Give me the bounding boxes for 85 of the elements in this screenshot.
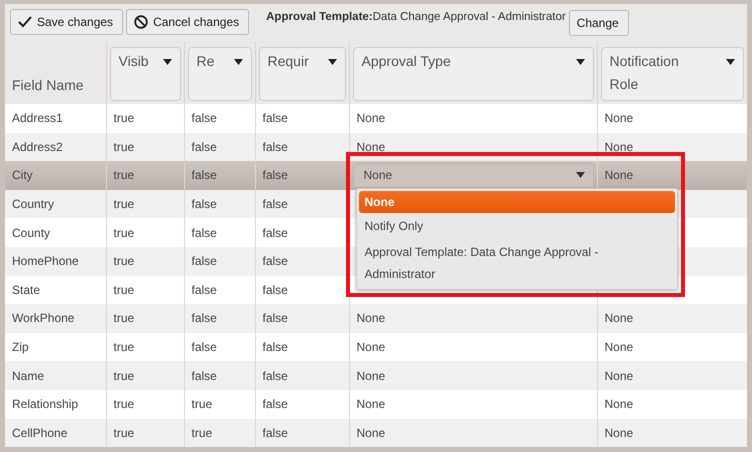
table-cell: None (356, 368, 386, 383)
table-cell: false (192, 226, 217, 240)
table-cell: None (604, 426, 634, 440)
dropdown-arrow-icon (576, 59, 584, 65)
table-cell: false (262, 340, 288, 354)
table-cell: None (604, 111, 634, 126)
table-cell: false (262, 254, 288, 268)
table-cell: false (262, 397, 288, 412)
table-row[interactable]: CellPhone true true false None None (5, 418, 747, 447)
table-cell: Address2 (12, 140, 63, 154)
table-cell: true (114, 226, 134, 240)
table-cell: true (192, 426, 212, 440)
table-cell: false (192, 368, 217, 383)
table-cell: Name (12, 368, 44, 383)
table-row[interactable]: Relationship true true false None None (5, 390, 747, 419)
cancel-button[interactable]: Cancel changes (126, 9, 250, 35)
change-button[interactable]: Change (568, 10, 629, 36)
table-cell: false (192, 254, 217, 268)
table-cell: false (262, 368, 288, 383)
table-cell: false (262, 168, 288, 182)
column-header[interactable]: Requir (258, 47, 346, 101)
table-cell: true (114, 197, 134, 212)
table-cell: Relationship (12, 397, 78, 412)
table-cell: true (114, 140, 134, 154)
save-button[interactable]: Save changes (10, 9, 124, 35)
dropdown-arrow-icon (328, 59, 336, 65)
table-cell: None (604, 340, 634, 354)
table-cell: None (356, 140, 386, 154)
table-cell: false (262, 111, 288, 126)
table-cell: None (356, 397, 386, 412)
column-header[interactable]: Re (188, 47, 252, 101)
table-row[interactable]: Name true false false None None (5, 361, 747, 390)
cancel-icon (134, 15, 148, 29)
table-cell: None (604, 140, 634, 154)
table-cell: Country (12, 197, 54, 212)
table-row[interactable]: Zip true false false None None (5, 332, 747, 362)
table-cell: None (356, 111, 386, 126)
checkmark-icon (18, 16, 32, 28)
table-cell: true (114, 111, 134, 126)
table-cell: false (192, 197, 217, 212)
table-cell: None (604, 168, 634, 182)
table-cell: County (12, 226, 50, 240)
column-header: Field Name (11, 76, 85, 95)
table-cell: true (114, 168, 134, 182)
table-cell: None (356, 340, 386, 354)
table-cell: true (192, 397, 212, 412)
table-cell: WorkPhone (12, 311, 74, 326)
table-cell: false (192, 111, 217, 126)
table-cell: false (192, 168, 217, 182)
table-cell: HomePhone (12, 254, 79, 268)
table-cell: None (356, 426, 386, 440)
dropdown-arrow-icon (576, 172, 584, 178)
table-cell: CellPhone (12, 426, 68, 440)
approval-type-select[interactable]: None (352, 162, 594, 188)
table-cell: true (114, 426, 134, 440)
table-cell: None (356, 311, 386, 326)
table-cell: true (114, 340, 134, 354)
table-cell: false (262, 140, 288, 154)
table-cell: false (192, 340, 217, 354)
table-cell: false (262, 426, 288, 440)
table-cell: true (114, 397, 134, 412)
table-cell: true (114, 311, 134, 326)
table-cell: Address1 (12, 111, 63, 126)
approval-template-label: Approval Template:Data Change Approval - Administrator (266, 11, 566, 23)
table-cell: true (114, 368, 134, 383)
table-cell: false (262, 197, 288, 212)
table-cell: false (262, 311, 288, 326)
table-cell: None (604, 311, 634, 326)
table-cell: true (114, 254, 134, 268)
table-cell: None (604, 368, 634, 383)
table-row[interactable]: WorkPhone true false false None None (5, 304, 747, 333)
dropdown-arrow-icon (162, 59, 172, 65)
column-header[interactable]: Visib (110, 47, 180, 101)
table-row[interactable]: Address2 true false false None None (5, 132, 747, 162)
table-row[interactable]: Address1 true false false None None (5, 104, 747, 133)
table-cell: Zip (12, 340, 29, 354)
table-cell: None (604, 397, 634, 412)
table-cell: false (192, 140, 217, 154)
table-cell: City (12, 168, 33, 182)
dropdown-arrow-icon (726, 59, 734, 65)
column-header[interactable]: Approval Type (352, 47, 594, 101)
table-cell: false (262, 226, 288, 240)
dropdown-arrow-icon (234, 59, 242, 65)
table-cell: false (192, 311, 217, 326)
column-header[interactable]: Notification Role (600, 47, 744, 101)
